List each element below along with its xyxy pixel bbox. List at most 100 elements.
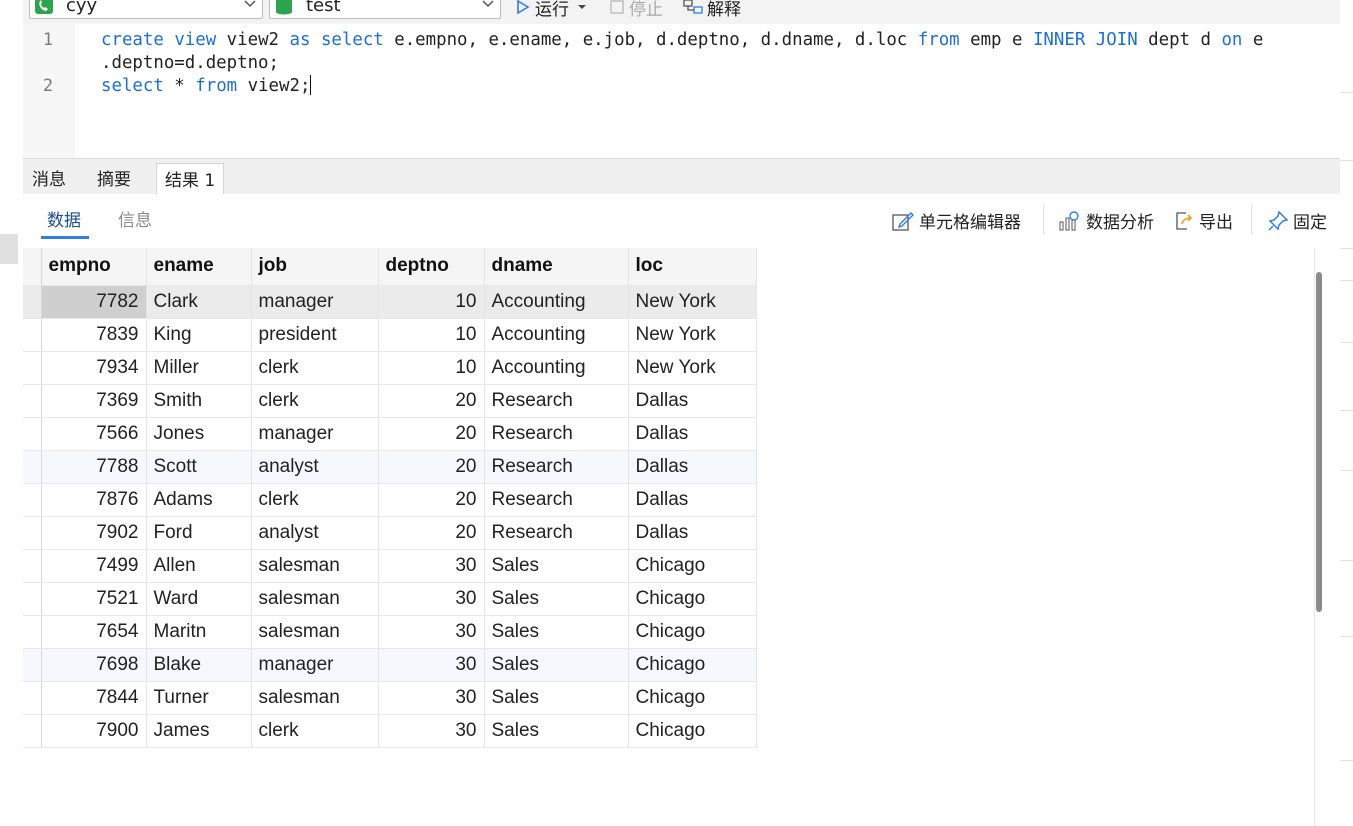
table-row[interactable]: 7698 Blake manager 30 Sales Chicago [23, 648, 757, 682]
table-cell-loc[interactable]: Dallas [628, 516, 757, 550]
table-cell-loc[interactable]: Chicago [628, 549, 757, 583]
row-header[interactable] [23, 483, 42, 517]
table-cell-dname[interactable]: Research [484, 516, 629, 550]
table-cell-loc[interactable]: Chicago [628, 681, 757, 715]
result-grid[interactable]: empno ename job deptno dname loc 7782 Cla… [23, 248, 1340, 826]
table-cell-loc[interactable]: Dallas [628, 417, 757, 451]
code-line-wrapped[interactable]: .deptno=d.deptno; [101, 52, 279, 75]
table-cell-deptno[interactable]: 30 [378, 714, 485, 748]
table-cell-deptno[interactable]: 20 [378, 516, 485, 550]
table-cell-deptno[interactable]: 20 [378, 384, 485, 418]
table-cell-dname[interactable]: Sales [484, 549, 629, 583]
table-cell-deptno[interactable]: 10 [378, 285, 485, 319]
table-cell-dname[interactable]: Accounting [484, 285, 629, 319]
table-cell-empno[interactable]: 7521 [41, 582, 147, 616]
table-cell-job[interactable]: president [251, 318, 379, 352]
table-cell-loc[interactable]: Dallas [628, 483, 757, 517]
table-cell-empno[interactable]: 7839 [41, 318, 147, 352]
code-line[interactable]: create view view2 as select e.empno, e.e… [101, 29, 1263, 52]
table-cell-dname[interactable]: Accounting [484, 318, 629, 352]
table-cell-dname[interactable]: Research [484, 450, 629, 484]
table-cell-empno[interactable]: 7902 [41, 516, 147, 550]
table-cell-deptno[interactable]: 30 [378, 648, 485, 682]
table-cell-loc[interactable]: Chicago [628, 648, 757, 682]
table-cell-loc[interactable]: Chicago [628, 582, 757, 616]
table-cell-empno[interactable]: 7369 [41, 384, 147, 418]
table-cell-ename[interactable]: Miller [146, 351, 252, 385]
table-cell-ename[interactable]: King [146, 318, 252, 352]
table-row[interactable]: 7369 Smith clerk 20 Research Dallas [23, 384, 757, 418]
table-row[interactable]: 7654 Maritn salesman 30 Sales Chicago [23, 615, 757, 649]
table-cell-ename[interactable]: Allen [146, 549, 252, 583]
sql-editor[interactable]: 1 2 create view view2 as select e.empno,… [23, 24, 1340, 158]
row-header[interactable] [23, 549, 42, 583]
table-cell-dname[interactable]: Sales [484, 615, 629, 649]
table-cell-ename[interactable]: Ward [146, 582, 252, 616]
database-select[interactable]: test [269, 0, 501, 19]
table-cell-ename[interactable]: Ford [146, 516, 252, 550]
table-cell-empno[interactable]: 7934 [41, 351, 147, 385]
row-header[interactable] [23, 351, 42, 385]
row-header[interactable] [23, 417, 42, 451]
table-cell-job[interactable]: salesman [251, 615, 379, 649]
table-cell-empno[interactable]: 7698 [41, 648, 147, 682]
tab-data[interactable]: 数据 [47, 210, 81, 232]
left-panel-handle[interactable] [0, 234, 18, 264]
table-cell-job[interactable]: clerk [251, 714, 379, 748]
table-cell-job[interactable]: salesman [251, 582, 379, 616]
table-cell-loc[interactable]: Dallas [628, 450, 757, 484]
table-cell-job[interactable]: manager [251, 648, 379, 682]
stop-button[interactable]: 停止 [609, 0, 663, 20]
row-header[interactable] [23, 384, 42, 418]
table-cell-dname[interactable]: Sales [484, 714, 629, 748]
table-cell-ename[interactable]: Jones [146, 417, 252, 451]
table-row[interactable]: 7566 Jones manager 20 Research Dallas [23, 417, 757, 451]
row-header[interactable] [23, 516, 42, 550]
row-header[interactable] [23, 681, 42, 715]
table-cell-job[interactable]: clerk [251, 351, 379, 385]
table-row[interactable]: 7844 Turner salesman 30 Sales Chicago [23, 681, 757, 715]
table-row[interactable]: 7902 Ford analyst 20 Research Dallas [23, 516, 757, 550]
table-cell-empno[interactable]: 7782 [41, 285, 147, 319]
table-cell-job[interactable]: analyst [251, 516, 379, 550]
connection-select[interactable]: cyy [29, 0, 263, 19]
table-cell-ename[interactable]: Turner [146, 681, 252, 715]
table-cell-dname[interactable]: Research [484, 483, 629, 517]
table-cell-deptno[interactable]: 20 [378, 450, 485, 484]
tab-summary[interactable]: 摘要 [89, 163, 139, 195]
table-row[interactable]: 7499 Allen salesman 30 Sales Chicago [23, 549, 757, 583]
column-header-deptno[interactable]: deptno [378, 248, 485, 286]
code-line[interactable]: select * from view2; [101, 75, 312, 98]
table-cell-dname[interactable]: Sales [484, 648, 629, 682]
explain-button[interactable]: 解释 [683, 0, 741, 20]
cell-editor-button[interactable]: 单元格编辑器 [891, 208, 1021, 233]
table-cell-ename[interactable]: Scott [146, 450, 252, 484]
row-header[interactable] [23, 582, 42, 616]
row-header[interactable] [23, 318, 42, 352]
row-header-corner[interactable] [23, 248, 42, 286]
table-cell-empno[interactable]: 7566 [41, 417, 147, 451]
table-cell-loc[interactable]: Chicago [628, 714, 757, 748]
table-row[interactable]: 7900 James clerk 30 Sales Chicago [23, 714, 757, 748]
export-button[interactable]: 导出 [1173, 208, 1233, 233]
table-cell-ename[interactable]: James [146, 714, 252, 748]
table-row[interactable]: 7839 King president 10 Accounting New York [23, 318, 757, 352]
table-cell-deptno[interactable]: 30 [378, 615, 485, 649]
table-row[interactable]: 7782 Clark manager 10 Accounting New York [23, 285, 757, 319]
table-cell-dname[interactable]: Sales [484, 582, 629, 616]
column-header-ename[interactable]: ename [146, 248, 252, 286]
column-header-job[interactable]: job [251, 248, 379, 286]
column-header-loc[interactable]: loc [628, 248, 757, 286]
row-header[interactable] [23, 285, 42, 319]
table-cell-dname[interactable]: Research [484, 384, 629, 418]
tab-info[interactable]: 信息 [118, 210, 152, 232]
table-cell-empno[interactable]: 7876 [41, 483, 147, 517]
table-cell-deptno[interactable]: 20 [378, 417, 485, 451]
table-cell-empno[interactable]: 7499 [41, 549, 147, 583]
table-cell-deptno[interactable]: 30 [378, 681, 485, 715]
table-cell-deptno[interactable]: 10 [378, 318, 485, 352]
table-cell-ename[interactable]: Adams [146, 483, 252, 517]
table-cell-empno[interactable]: 7900 [41, 714, 147, 748]
table-cell-job[interactable]: analyst [251, 450, 379, 484]
table-cell-ename[interactable]: Maritn [146, 615, 252, 649]
